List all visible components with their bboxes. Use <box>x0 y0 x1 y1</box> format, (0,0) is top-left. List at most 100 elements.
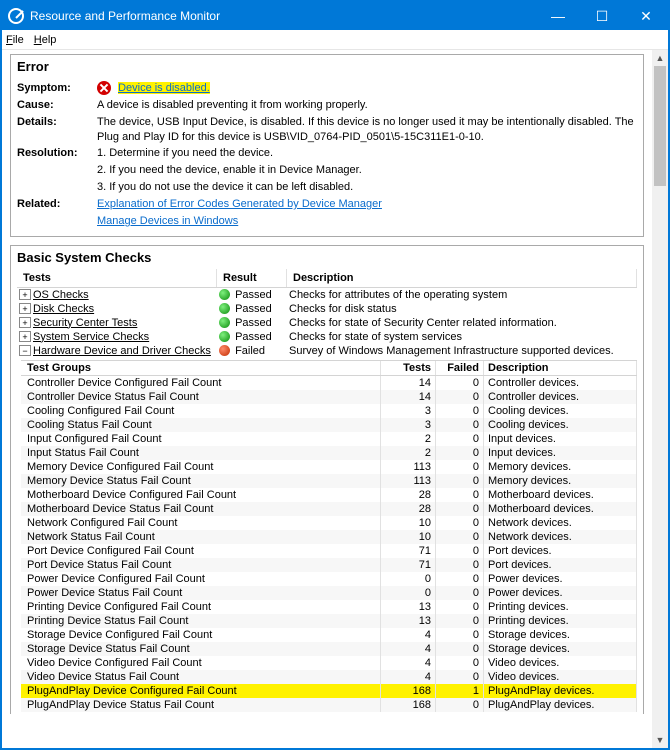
test-group-name: Port Device Status Fail Count <box>21 558 381 572</box>
test-group-row[interactable]: Port Device Configured Fail Count710Port… <box>21 544 637 558</box>
symptom-link[interactable]: Device is disabled. <box>118 82 210 94</box>
scroll-thumb[interactable] <box>654 66 666 186</box>
test-group-tests: 71 <box>381 544 436 558</box>
subcol-failed[interactable]: Failed <box>436 361 484 375</box>
checks-panel: Basic System Checks Tests Result Descrip… <box>10 245 644 714</box>
test-group-row[interactable]: PlugAndPlay Device Status Fail Count1680… <box>21 698 637 712</box>
expand-icon[interactable]: + <box>19 289 31 300</box>
window-title: Resource and Performance Monitor <box>30 9 536 23</box>
expand-icon[interactable]: + <box>19 317 31 328</box>
check-name-link[interactable]: Security Center Tests <box>33 317 137 329</box>
subcol-desc[interactable]: Description <box>484 361 637 375</box>
minimize-button[interactable]: — <box>536 2 580 30</box>
check-result: Passed <box>235 289 272 301</box>
test-group-name: Cooling Status Fail Count <box>21 418 381 432</box>
test-group-row[interactable]: Power Device Status Fail Count00Power de… <box>21 586 637 600</box>
expand-icon[interactable]: + <box>19 331 31 342</box>
check-name-link[interactable]: Disk Checks <box>33 303 94 315</box>
test-group-row[interactable]: Input Status Fail Count20Input devices. <box>21 446 637 460</box>
related-link-2[interactable]: Manage Devices in Windows <box>97 215 238 227</box>
resolution-1: 1. Determine if you need the device. <box>97 146 637 161</box>
test-group-tests: 168 <box>381 684 436 698</box>
maximize-button[interactable]: ☐ <box>580 2 624 30</box>
test-group-row[interactable]: Storage Device Configured Fail Count40St… <box>21 628 637 642</box>
test-group-row[interactable]: Controller Device Status Fail Count140Co… <box>21 390 637 404</box>
test-group-tests: 4 <box>381 642 436 656</box>
check-name-link[interactable]: OS Checks <box>33 289 89 301</box>
check-result: Passed <box>235 303 272 315</box>
test-group-failed: 0 <box>436 502 484 516</box>
test-group-row[interactable]: Network Configured Fail Count100Network … <box>21 516 637 530</box>
test-group-tests: 2 <box>381 446 436 460</box>
test-group-tests: 113 <box>381 474 436 488</box>
col-result[interactable]: Result <box>217 269 287 287</box>
test-group-failed: 0 <box>436 516 484 530</box>
test-group-failed: 0 <box>436 404 484 418</box>
col-tests[interactable]: Tests <box>17 269 217 287</box>
test-group-row[interactable]: Controller Device Configured Fail Count1… <box>21 376 637 390</box>
check-row: +Security Center Tests PassedChecks for … <box>17 316 637 330</box>
subcol-groups[interactable]: Test Groups <box>21 361 381 375</box>
test-group-row[interactable]: Network Status Fail Count100Network devi… <box>21 530 637 544</box>
test-group-tests: 13 <box>381 600 436 614</box>
app-icon <box>8 8 24 24</box>
status-icon <box>219 331 230 342</box>
check-name-link[interactable]: Hardware Device and Driver Checks <box>33 345 211 357</box>
close-button[interactable]: ✕ <box>624 2 668 30</box>
test-group-failed: 0 <box>436 572 484 586</box>
test-group-row[interactable]: Printing Device Status Fail Count130Prin… <box>21 614 637 628</box>
test-group-row[interactable]: Motherboard Device Configured Fail Count… <box>21 488 637 502</box>
menu-help[interactable]: Help <box>34 34 57 46</box>
window-controls: — ☐ ✕ <box>536 2 668 30</box>
test-group-row[interactable]: Power Device Configured Fail Count00Powe… <box>21 572 637 586</box>
test-group-name: Controller Device Status Fail Count <box>21 390 381 404</box>
resolution-2: 2. If you need the device, enable it in … <box>97 163 637 178</box>
test-group-tests: 28 <box>381 488 436 502</box>
test-group-failed: 1 <box>436 684 484 698</box>
check-row: +OS Checks PassedChecks for attributes o… <box>17 288 637 302</box>
test-group-desc: Controller devices. <box>484 376 637 390</box>
scroll-down-icon[interactable]: ▼ <box>652 732 668 748</box>
test-group-failed: 0 <box>436 558 484 572</box>
test-group-name: Input Configured Fail Count <box>21 432 381 446</box>
check-name-link[interactable]: System Service Checks <box>33 331 149 343</box>
test-group-row[interactable]: Memory Device Status Fail Count1130Memor… <box>21 474 637 488</box>
test-group-row[interactable]: Memory Device Configured Fail Count1130M… <box>21 460 637 474</box>
menu-file[interactable]: File <box>6 34 24 46</box>
check-desc: Checks for disk status <box>289 303 637 315</box>
vertical-scrollbar[interactable]: ▲ ▼ <box>652 50 668 748</box>
test-group-desc: Storage devices. <box>484 642 637 656</box>
scroll-up-icon[interactable]: ▲ <box>652 50 668 66</box>
expand-icon[interactable]: + <box>19 303 31 314</box>
test-group-desc: Storage devices. <box>484 628 637 642</box>
test-group-desc: Port devices. <box>484 558 637 572</box>
status-icon <box>219 289 230 300</box>
cause-label: Cause: <box>17 98 97 113</box>
test-group-row[interactable]: Cooling Configured Fail Count30Cooling d… <box>21 404 637 418</box>
test-group-row[interactable]: Storage Device Status Fail Count40Storag… <box>21 642 637 656</box>
test-group-tests: 13 <box>381 614 436 628</box>
test-group-row[interactable]: Input Configured Fail Count20Input devic… <box>21 432 637 446</box>
test-group-failed: 0 <box>436 600 484 614</box>
test-group-name: Cooling Configured Fail Count <box>21 404 381 418</box>
test-group-tests: 0 <box>381 586 436 600</box>
test-group-desc: Motherboard devices. <box>484 502 637 516</box>
resolution-label: Resolution: <box>17 146 97 161</box>
test-group-failed: 0 <box>436 530 484 544</box>
test-group-row[interactable]: Video Device Status Fail Count40Video de… <box>21 670 637 684</box>
expand-icon[interactable]: − <box>19 345 31 356</box>
test-group-row[interactable]: Printing Device Configured Fail Count130… <box>21 600 637 614</box>
test-group-row[interactable]: Port Device Status Fail Count710Port dev… <box>21 558 637 572</box>
test-group-row[interactable]: PlugAndPlay Device Configured Fail Count… <box>21 684 637 698</box>
test-group-failed: 0 <box>436 586 484 600</box>
sub-table: Test Groups Tests Failed Description Con… <box>21 360 637 712</box>
test-group-tests: 3 <box>381 418 436 432</box>
test-group-desc: Input devices. <box>484 432 637 446</box>
subcol-tests[interactable]: Tests <box>381 361 436 375</box>
test-group-row[interactable]: Cooling Status Fail Count30Cooling devic… <box>21 418 637 432</box>
test-group-row[interactable]: Video Device Configured Fail Count40Vide… <box>21 656 637 670</box>
test-group-failed: 0 <box>436 642 484 656</box>
test-group-row[interactable]: Motherboard Device Status Fail Count280M… <box>21 502 637 516</box>
col-description[interactable]: Description <box>287 269 637 287</box>
related-link-1[interactable]: Explanation of Error Codes Generated by … <box>97 198 382 210</box>
